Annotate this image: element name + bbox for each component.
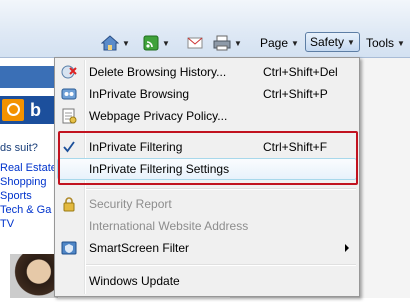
- menu-separator: [86, 188, 356, 190]
- menu-item-label: Webpage Privacy Policy...: [89, 109, 228, 123]
- menu-item-inprivate-browsing[interactable]: InPrivate Browsing Ctrl+Shift+P: [57, 83, 357, 105]
- menu-item-international-address[interactable]: International Website Address: [57, 215, 357, 237]
- print-button[interactable]: ▼: [213, 33, 242, 53]
- chevron-down-icon: ▼: [347, 37, 355, 47]
- right-column: [360, 58, 410, 298]
- smartscreen-icon: [61, 241, 77, 255]
- safety-menu-label: Safety: [310, 35, 345, 49]
- command-bar: ▼ ▼ ▼ Page ▼ Safety ▼ Tools ▼: [0, 0, 410, 58]
- category-link[interactable]: Sports: [0, 190, 58, 204]
- printer-icon: [213, 35, 231, 51]
- menu-item-shortcut: Ctrl+Shift+P: [263, 87, 328, 101]
- category-link[interactable]: Tech & Ga: [0, 204, 58, 218]
- menu-item-label: Delete Browsing History...: [89, 65, 227, 79]
- lock-icon: [63, 197, 75, 212]
- tools-menu-button[interactable]: Tools ▼: [366, 33, 405, 53]
- left-column: b ds suit? Real Estate Shopping Sports T…: [0, 58, 58, 298]
- menu-item-label: SmartScreen Filter: [89, 241, 190, 255]
- chevron-down-icon: ▼: [397, 38, 405, 48]
- category-link[interactable]: Shopping: [0, 176, 58, 190]
- category-link[interactable]: TV: [0, 218, 58, 232]
- search-logo-bar[interactable]: b: [0, 96, 58, 124]
- bing-logo: b: [30, 100, 41, 120]
- chevron-down-icon[interactable]: ▼: [234, 39, 242, 48]
- feeds-icon: [143, 35, 159, 51]
- menu-item-label: InPrivate Browsing: [89, 87, 190, 101]
- menu-item-label: Windows Update: [89, 274, 180, 288]
- chevron-down-icon: ▼: [291, 38, 299, 48]
- chevron-down-icon[interactable]: ▼: [162, 39, 170, 48]
- category-link[interactable]: Real Estate: [0, 162, 58, 176]
- read-mail-button[interactable]: [187, 33, 203, 53]
- menu-item-security-report[interactable]: Security Report: [57, 193, 357, 215]
- menu-item-smartscreen-filter[interactable]: SmartScreen Filter: [57, 237, 357, 259]
- page-menu-button[interactable]: Page ▼: [260, 33, 299, 53]
- inprivate-icon: [61, 88, 77, 100]
- privacy-policy-icon: [62, 108, 77, 124]
- menu-item-label: Security Report: [89, 197, 172, 211]
- highlight-box: [58, 131, 358, 185]
- page-menu-label: Page: [260, 36, 289, 50]
- delete-history-icon: [61, 65, 77, 79]
- feeds-button[interactable]: ▼: [143, 33, 170, 53]
- menu-item-privacy-policy[interactable]: Webpage Privacy Policy...: [57, 105, 357, 127]
- mail-icon: [187, 37, 203, 49]
- submenu-arrow-icon: [345, 244, 349, 252]
- category-list: Real Estate Shopping Sports Tech & Ga TV: [0, 162, 58, 232]
- person-photo: [10, 254, 58, 298]
- home-button[interactable]: ▼: [101, 33, 130, 53]
- ad-text: ds suit?: [0, 142, 38, 154]
- menu-item-label: International Website Address: [89, 219, 249, 233]
- safety-menu-button[interactable]: Safety ▼: [305, 32, 360, 52]
- tools-menu-label: Tools: [366, 36, 395, 50]
- home-icon: [101, 35, 119, 51]
- chevron-down-icon[interactable]: ▼: [122, 39, 130, 48]
- menu-separator: [86, 264, 356, 266]
- nav-bar: [0, 66, 58, 88]
- menu-item-windows-update[interactable]: Windows Update: [57, 270, 357, 292]
- menu-item-delete-history[interactable]: Delete Browsing History... Ctrl+Shift+De…: [57, 61, 357, 83]
- search-icon[interactable]: [2, 99, 24, 121]
- menu-item-shortcut: Ctrl+Shift+Del: [263, 65, 338, 79]
